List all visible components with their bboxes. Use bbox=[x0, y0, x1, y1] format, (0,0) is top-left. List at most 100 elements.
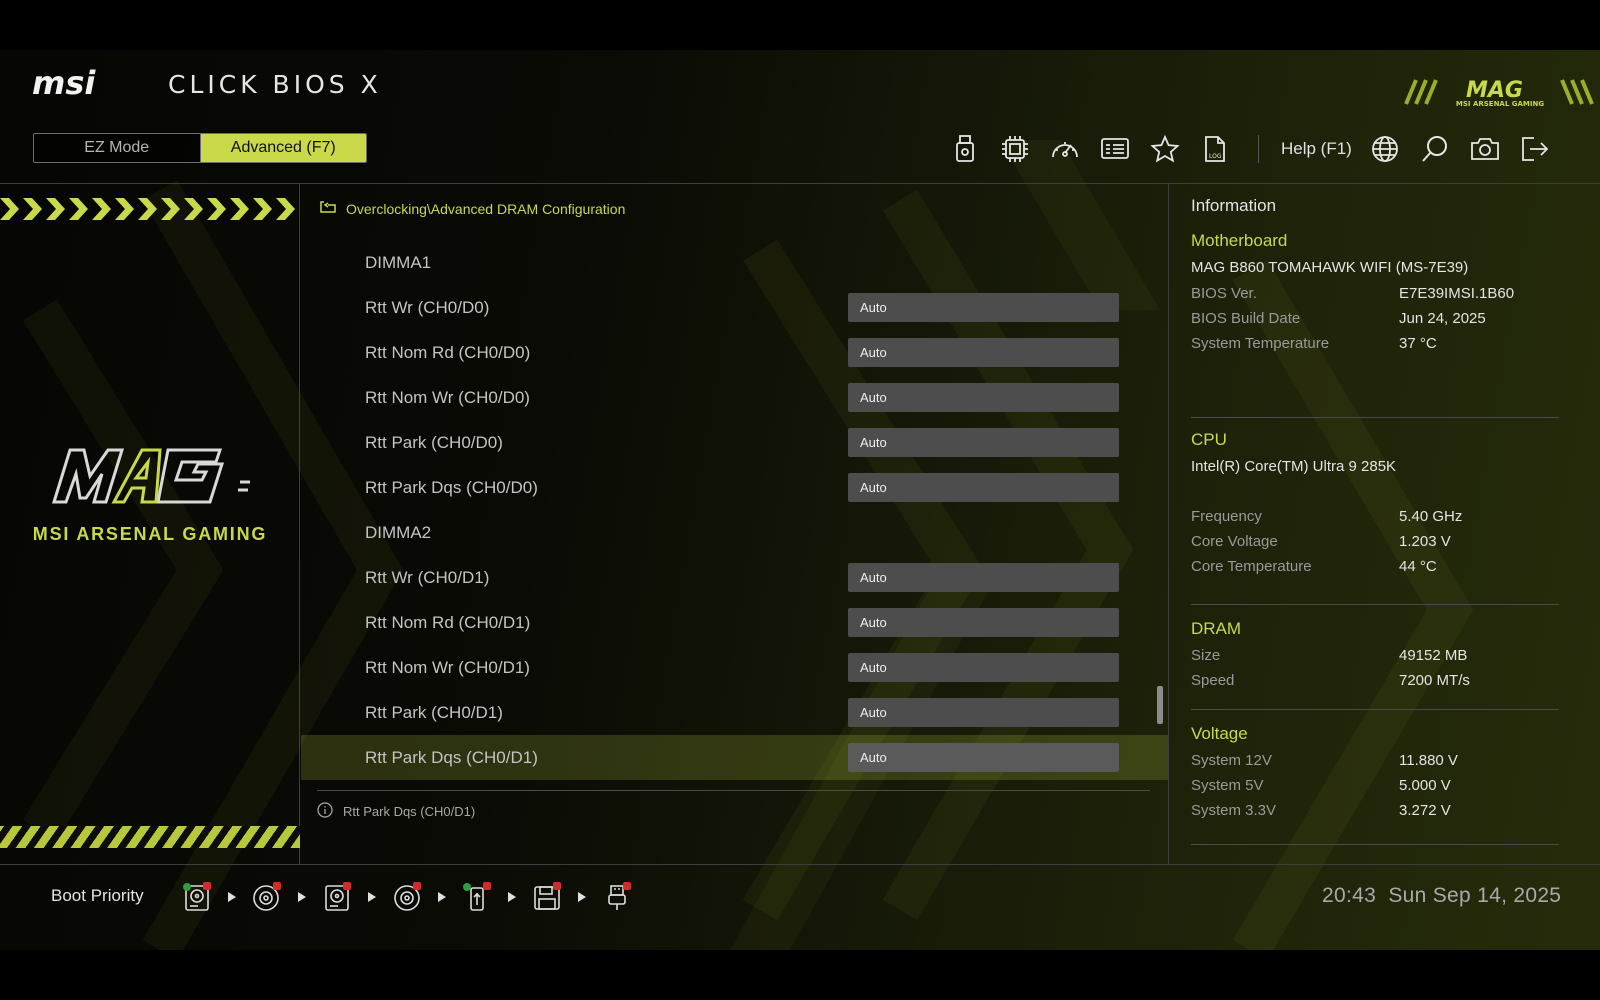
setting-value-dropdown[interactable]: Auto bbox=[848, 338, 1119, 367]
speedometer-icon[interactable] bbox=[1040, 132, 1090, 166]
info-row: System 3.3V 3.272 V bbox=[1191, 798, 1559, 823]
chevron-icon bbox=[23, 198, 42, 220]
svg-text:msi: msi bbox=[32, 68, 96, 100]
setting-value-dropdown[interactable]: Auto bbox=[848, 293, 1119, 322]
motherboard-model: MAG B860 TOMAHAWK WIFI (MS-7E39) bbox=[1191, 259, 1469, 276]
setting-value-dropdown[interactable]: Auto bbox=[848, 473, 1119, 502]
back-arrow-icon[interactable] bbox=[320, 200, 336, 217]
left-panel: MSI ARSENAL GAMING bbox=[0, 184, 300, 864]
arrow-right-icon bbox=[354, 891, 390, 903]
section-divider bbox=[1191, 417, 1559, 418]
system-clock: 20:43 Sun Sep 14, 2025 bbox=[1322, 884, 1561, 908]
group-label-dimma2: DIMMA2 bbox=[365, 522, 432, 542]
info-row: System 5V 5.000 V bbox=[1191, 773, 1559, 798]
search-icon[interactable] bbox=[1410, 132, 1460, 166]
chevron-icon bbox=[207, 198, 226, 220]
log-file-icon[interactable]: LOG bbox=[1190, 132, 1240, 166]
cpu-model: Intel(R) Core(TM) Ultra 9 285K bbox=[1191, 458, 1397, 475]
info-key: Core Temperature bbox=[1191, 558, 1312, 575]
setting-value-dropdown[interactable]: Auto bbox=[848, 743, 1119, 772]
help-button[interactable]: Help (F1) bbox=[1281, 139, 1352, 159]
info-value: Jun 24, 2025 bbox=[1399, 310, 1486, 327]
boot-device-optical-icon[interactable] bbox=[250, 880, 284, 914]
setting-value-dropdown[interactable]: Auto bbox=[848, 698, 1119, 727]
chevron-icon bbox=[184, 198, 203, 220]
boot-device-usb-icon[interactable] bbox=[460, 880, 494, 914]
section-title: CPU bbox=[1191, 430, 1227, 449]
hazard-stripe bbox=[0, 826, 300, 848]
info-key: Size bbox=[1191, 647, 1221, 664]
setting-row[interactable]: Rtt Park Dqs (CH0/D0) Auto bbox=[301, 465, 1168, 510]
cpu-icon[interactable] bbox=[990, 132, 1040, 166]
info-row: BIOS Build Date Jun 24, 2025 bbox=[1191, 306, 1559, 331]
info-key: BIOS Build Date bbox=[1191, 310, 1301, 327]
group-header: DIMMA2 bbox=[301, 510, 1168, 555]
usb-flash-icon[interactable] bbox=[940, 132, 990, 166]
setting-label: Rtt Wr (CH0/D0) bbox=[365, 297, 490, 317]
dram-section: DRAM Size 49152 MB Speed 7200 MT/s bbox=[1191, 619, 1559, 693]
help-text: Rtt Park Dqs (CH0/D1) bbox=[343, 804, 476, 819]
memory-info-icon[interactable] bbox=[1090, 132, 1140, 166]
setting-label: Rtt Nom Rd (CH0/D0) bbox=[365, 342, 531, 362]
setting-row[interactable]: Rtt Park (CH0/D0) Auto bbox=[301, 420, 1168, 465]
info-value: 7200 MT/s bbox=[1399, 672, 1470, 689]
info-value: 3.272 V bbox=[1399, 802, 1451, 819]
setting-row[interactable]: Rtt Nom Wr (CH0/D1) Auto bbox=[301, 645, 1168, 690]
section-divider bbox=[1191, 709, 1559, 710]
info-key: Frequency bbox=[1191, 508, 1262, 525]
setting-value-dropdown[interactable]: Auto bbox=[848, 653, 1119, 682]
info-row: Speed 7200 MT/s bbox=[1191, 668, 1559, 693]
group-header: DIMMA1 bbox=[301, 240, 1168, 285]
info-key: System 5V bbox=[1191, 777, 1264, 794]
info-value: E7E39IMSI.1B60 bbox=[1399, 285, 1515, 302]
boot-device-hdd-icon[interactable] bbox=[320, 880, 354, 914]
arrow-right-icon bbox=[494, 891, 530, 903]
boot-priority-label: Boot Priority bbox=[51, 886, 144, 905]
chevron-icon bbox=[138, 198, 157, 220]
ez-mode-button[interactable]: EZ Mode bbox=[34, 134, 200, 162]
msi-logo: msi bbox=[32, 68, 96, 100]
chevron-icon bbox=[0, 198, 19, 220]
setting-value-dropdown[interactable]: Auto bbox=[848, 563, 1119, 592]
information-panel: Information Motherboard MAG B860 TOMAHAW… bbox=[1168, 184, 1600, 864]
setting-row[interactable]: Rtt Wr (CH0/D1) Auto bbox=[301, 555, 1168, 600]
info-value: 37 °C bbox=[1399, 335, 1437, 352]
chevron-icon bbox=[92, 198, 111, 220]
setting-value-dropdown[interactable]: Auto bbox=[848, 428, 1119, 457]
breadcrumb[interactable]: Overclocking\Advanced DRAM Configuration bbox=[320, 200, 625, 217]
setting-row[interactable]: Rtt Wr (CH0/D0) Auto bbox=[301, 285, 1168, 330]
clock-date: Sun Sep 14, 2025 bbox=[1388, 884, 1562, 907]
setting-row[interactable]: Rtt Park (CH0/D1) Auto bbox=[301, 690, 1168, 735]
svg-text:MSI ARSENAL GAMING: MSI ARSENAL GAMING bbox=[1456, 100, 1544, 108]
info-key: Speed bbox=[1191, 672, 1235, 689]
setting-value-dropdown[interactable]: Auto bbox=[848, 383, 1119, 412]
setting-row[interactable]: Rtt Nom Wr (CH0/D0) Auto bbox=[301, 375, 1168, 420]
boot-device-optical-usb-icon[interactable] bbox=[390, 880, 424, 914]
arrow-right-icon bbox=[284, 891, 320, 903]
screenshot-camera-icon[interactable] bbox=[1460, 132, 1510, 166]
info-row: Core Temperature 44 °C bbox=[1191, 554, 1559, 579]
chevron-icon bbox=[161, 198, 180, 220]
setting-value-dropdown[interactable]: Auto bbox=[848, 608, 1119, 637]
advanced-mode-button[interactable]: Advanced (F7) bbox=[199, 134, 366, 162]
chevron-icon bbox=[253, 198, 272, 220]
setting-row[interactable]: Rtt Nom Rd (CH0/D1) Auto bbox=[301, 600, 1168, 645]
setting-row-selected[interactable]: Rtt Park Dqs (CH0/D1) Auto bbox=[301, 735, 1168, 780]
section-divider bbox=[1191, 844, 1559, 845]
favorite-star-icon[interactable] bbox=[1140, 132, 1190, 166]
boot-device-hdd-icon[interactable] bbox=[180, 880, 214, 914]
exit-icon[interactable] bbox=[1510, 132, 1560, 166]
language-globe-icon[interactable] bbox=[1360, 132, 1410, 166]
setting-label: Rtt Park Dqs (CH0/D0) bbox=[365, 477, 538, 497]
scrollbar-thumb[interactable] bbox=[1157, 686, 1163, 724]
boot-device-usb-plug-icon[interactable] bbox=[600, 880, 634, 914]
product-title: CLICK BIOS X bbox=[168, 70, 382, 99]
footer-divider bbox=[0, 864, 1600, 865]
chevron-strip-icon bbox=[0, 198, 295, 220]
boot-device-floppy-usb-icon[interactable] bbox=[530, 880, 564, 914]
info-row: System 12V 11.880 V bbox=[1191, 748, 1559, 773]
setting-row[interactable]: Rtt Nom Rd (CH0/D0) Auto bbox=[301, 330, 1168, 375]
left-brand-caption: MSI ARSENAL GAMING bbox=[32, 524, 268, 544]
info-value: 5.000 V bbox=[1399, 777, 1451, 794]
